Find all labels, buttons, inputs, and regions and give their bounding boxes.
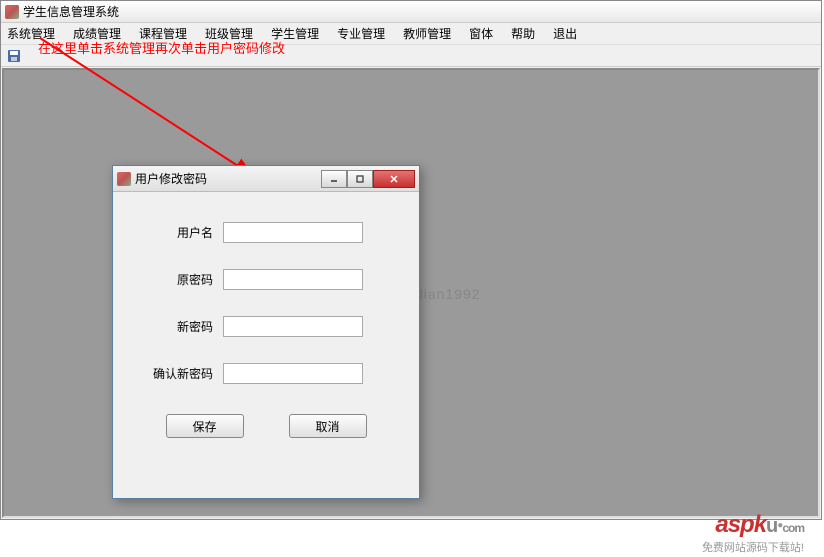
save-button[interactable]: 保存 (166, 414, 244, 438)
logo-brand: aspk (715, 511, 766, 538)
input-confirm-password[interactable] (223, 363, 363, 384)
label-confirm-password: 确认新密码 (133, 365, 223, 382)
close-icon (388, 173, 400, 185)
input-old-password[interactable] (223, 269, 363, 290)
dialog-action-row: 保存 取消 (133, 414, 399, 438)
logo-text: aspku●com (702, 511, 804, 539)
menu-teacher[interactable]: 教师管理 (403, 25, 451, 42)
row-confirm-password: 确认新密码 (133, 363, 399, 384)
label-old-password: 原密码 (133, 271, 223, 288)
main-title-bar: 学生信息管理系统 (1, 1, 821, 23)
menu-window[interactable]: 窗体 (469, 25, 493, 42)
close-button[interactable] (373, 170, 415, 188)
window-title: 学生信息管理系统 (23, 3, 119, 20)
dialog-title-bar[interactable]: 用户修改密码 (113, 166, 419, 192)
menu-major[interactable]: 专业管理 (337, 25, 385, 42)
save-tool-icon[interactable] (5, 47, 23, 65)
minimize-icon (329, 174, 339, 184)
row-old-password: 原密码 (133, 269, 399, 290)
minimize-button[interactable] (321, 170, 347, 188)
dialog-title: 用户修改密码 (135, 170, 321, 187)
maximize-button[interactable] (347, 170, 373, 188)
label-new-password: 新密码 (133, 318, 223, 335)
input-new-password[interactable] (223, 316, 363, 337)
input-username[interactable] (223, 222, 363, 243)
menu-help[interactable]: 帮助 (511, 25, 535, 42)
change-password-dialog: 用户修改密码 用户名 原密码 新密码 确认新密码 (112, 165, 420, 499)
annotation-text: 在这里单击系统管理再次单击用户密码修改 (38, 38, 285, 57)
logo-tagline: 免费网站源码下载站! (702, 539, 804, 555)
row-new-password: 新密码 (133, 316, 399, 337)
footer-logo: aspku●com 免费网站源码下载站! (702, 511, 804, 555)
cancel-button[interactable]: 取消 (289, 414, 367, 438)
row-username: 用户名 (133, 222, 399, 243)
maximize-icon (355, 174, 365, 184)
logo-u: u (766, 515, 777, 537)
dialog-window-buttons (321, 170, 415, 188)
dialog-icon (117, 172, 131, 186)
menu-exit[interactable]: 退出 (553, 25, 577, 42)
dialog-body: 用户名 原密码 新密码 确认新密码 保存 取消 (113, 192, 419, 448)
logo-com: com (782, 521, 804, 535)
label-username: 用户名 (133, 224, 223, 241)
app-icon (5, 5, 19, 19)
